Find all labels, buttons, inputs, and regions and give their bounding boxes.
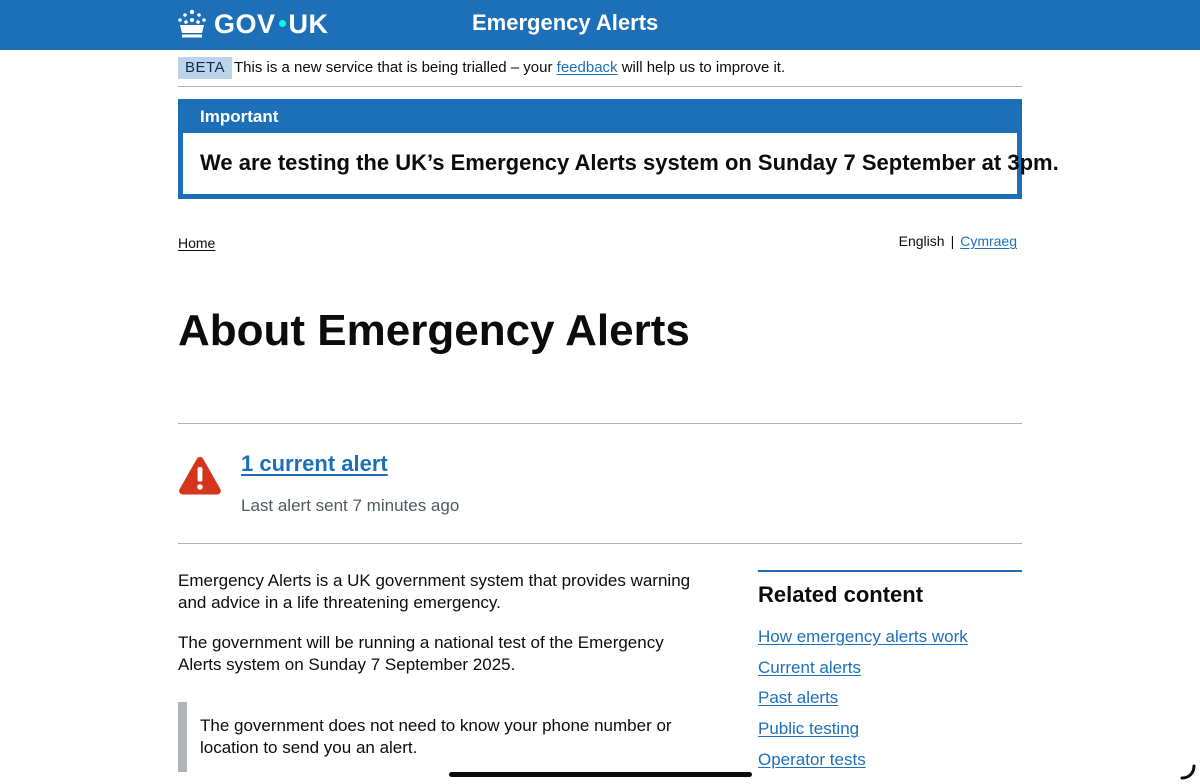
- page-title: About Emergency Alerts: [178, 306, 690, 355]
- service-name[interactable]: Emergency Alerts: [472, 8, 658, 38]
- phase-banner: BETA This is a new service that is being…: [178, 57, 1022, 87]
- logo-text-right: UK: [288, 9, 329, 39]
- inset-text: The government does not need to know you…: [178, 702, 718, 772]
- govuk-logo[interactable]: GOV UK: [214, 6, 329, 42]
- language-cymraeg-link[interactable]: Cymraeg: [960, 233, 1017, 249]
- inset-text-content: The government does not need to know you…: [200, 716, 672, 757]
- section-divider: [178, 543, 1022, 544]
- related-link-item: Past alerts: [758, 687, 968, 718]
- last-alert-time: Last alert sent 7 minutes ago: [241, 496, 460, 515]
- related-content: Related content How emergency alerts wor…: [758, 570, 1022, 769]
- intro-paragraph: Emergency Alerts is a UK government syst…: [178, 571, 691, 612]
- related-link-operator-tests[interactable]: Operator tests: [758, 750, 866, 769]
- feedback-link[interactable]: feedback: [557, 59, 618, 76]
- phase-text-before: This is a new service that is being tria…: [234, 59, 553, 76]
- language-current: English: [898, 233, 945, 249]
- related-link-how-alerts-work[interactable]: How emergency alerts work: [758, 627, 968, 646]
- phase-banner-message: This is a new service that is being tria…: [234, 58, 785, 78]
- related-content-title: Related content: [758, 582, 924, 607]
- current-alerts-link[interactable]: 1 current alert: [241, 449, 388, 479]
- related-link-item: How emergency alerts work: [758, 626, 968, 657]
- related-links: How emergency alerts work Current alerts…: [758, 626, 968, 779]
- language-separator: |: [950, 233, 955, 249]
- site-header: GOV UK Emergency Alerts: [0, 0, 1200, 50]
- related-link-item: Public testing: [758, 718, 968, 749]
- warning-triangle-icon: [179, 457, 221, 495]
- related-link-item: Operator tests: [758, 749, 968, 780]
- related-link-past-alerts[interactable]: Past alerts: [758, 688, 838, 707]
- section-divider: [178, 423, 1022, 424]
- beta-tag: BETA: [178, 57, 233, 79]
- related-link-item: Current alerts: [758, 657, 968, 688]
- phase-text-after: will help us to improve it.: [621, 59, 786, 76]
- notification-heading: We are testing the UK’s Emergency Alerts…: [200, 150, 1059, 175]
- notification-content: We are testing the UK’s Emergency Alerts…: [183, 133, 1059, 194]
- language-switcher: English | Cymraeg: [899, 231, 1017, 251]
- resize-handle-icon[interactable]: [1180, 764, 1196, 780]
- home-indicator[interactable]: [449, 772, 752, 777]
- related-link-public-testing[interactable]: Public testing: [758, 719, 859, 738]
- related-link-current-alerts[interactable]: Current alerts: [758, 658, 861, 677]
- crown-icon[interactable]: [177, 9, 207, 39]
- notification-title: Important: [200, 107, 279, 126]
- test-paragraph: The government will be running a nationa…: [178, 633, 664, 674]
- logo-dot: [278, 20, 286, 28]
- notification-banner: Important We are testing the UK’s Emerge…: [178, 99, 1059, 199]
- logo-text-left: GOV: [214, 9, 276, 39]
- breadcrumb-home[interactable]: Home: [178, 233, 215, 253]
